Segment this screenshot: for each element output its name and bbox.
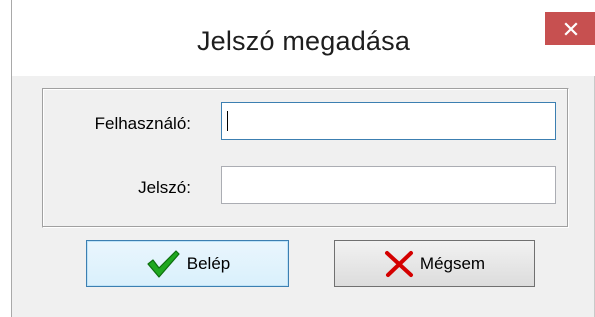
password-input[interactable]: [221, 166, 556, 204]
window-title: Jelszó megadása: [196, 26, 411, 56]
close-button[interactable]: [545, 12, 595, 45]
login-dialog-window: Jelszó megadása Felhasználó: Jelszó: Bel…: [0, 0, 595, 317]
text-caret: [227, 111, 228, 131]
green-checkmark-icon: [145, 249, 181, 279]
password-label: Jelszó:: [138, 178, 191, 197]
red-x-icon: [384, 250, 414, 278]
close-icon: [564, 21, 578, 36]
login-button-label: Belép: [186, 253, 231, 273]
title-bar[interactable]: Jelszó megadása: [12, 0, 595, 76]
cancel-button[interactable]: Mégsem: [334, 240, 535, 287]
login-button[interactable]: Belép: [86, 240, 289, 287]
cancel-button-label: Mégsem: [419, 253, 486, 273]
username-input[interactable]: [221, 102, 556, 140]
username-label: Felhasználó:: [94, 114, 191, 133]
